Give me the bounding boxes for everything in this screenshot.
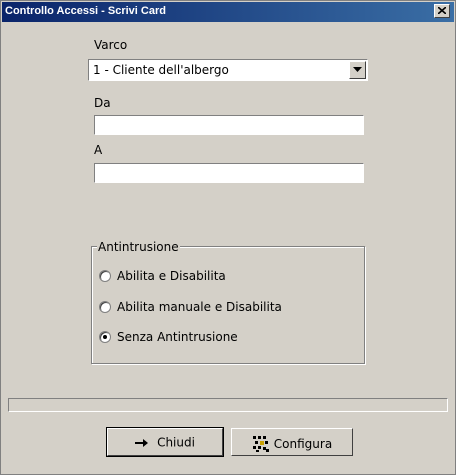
da-input[interactable]: [94, 115, 364, 135]
radio-label: Senza Antintrusione: [117, 330, 238, 344]
status-bar: [8, 398, 448, 412]
radio-button-selected[interactable]: [99, 331, 111, 343]
chevron-down-icon: [353, 67, 362, 72]
title-bar[interactable]: Controllo Accessi - Scrivi Card: [2, 2, 454, 22]
radio-label: Abilita e Disabilita: [117, 269, 226, 283]
chiudi-label: Chiudi: [157, 435, 195, 450]
radio-label: Abilita manuale e Disabilita: [117, 300, 282, 314]
configura-button[interactable]: Configura: [231, 428, 353, 456]
dialog-window: Controllo Accessi - Scrivi Card Varco 1 …: [0, 0, 456, 475]
close-icon: [438, 7, 446, 14]
radio-selected-dot: [103, 335, 107, 339]
varco-selected-value: 1 - Cliente dell'albergo: [93, 63, 229, 77]
chiudi-button[interactable]: Chiudi: [106, 427, 224, 457]
close-button[interactable]: [434, 4, 450, 18]
varco-combobox[interactable]: 1 - Cliente dell'albergo: [88, 59, 368, 81]
configura-label: Configura: [273, 437, 333, 451]
a-input[interactable]: [94, 163, 364, 183]
radio-button[interactable]: [99, 270, 111, 282]
arrow-right-icon: [135, 438, 149, 447]
window-title: Controllo Accessi - Scrivi Card: [5, 5, 166, 17]
configure-icon: [252, 436, 269, 452]
radio-button[interactable]: [99, 301, 111, 313]
antintrusione-legend: Antintrusione: [97, 240, 180, 254]
varco-label: Varco: [94, 38, 128, 52]
a-label: A: [94, 143, 103, 157]
da-label: Da: [94, 96, 111, 110]
varco-dropdown-button[interactable]: [349, 61, 366, 79]
